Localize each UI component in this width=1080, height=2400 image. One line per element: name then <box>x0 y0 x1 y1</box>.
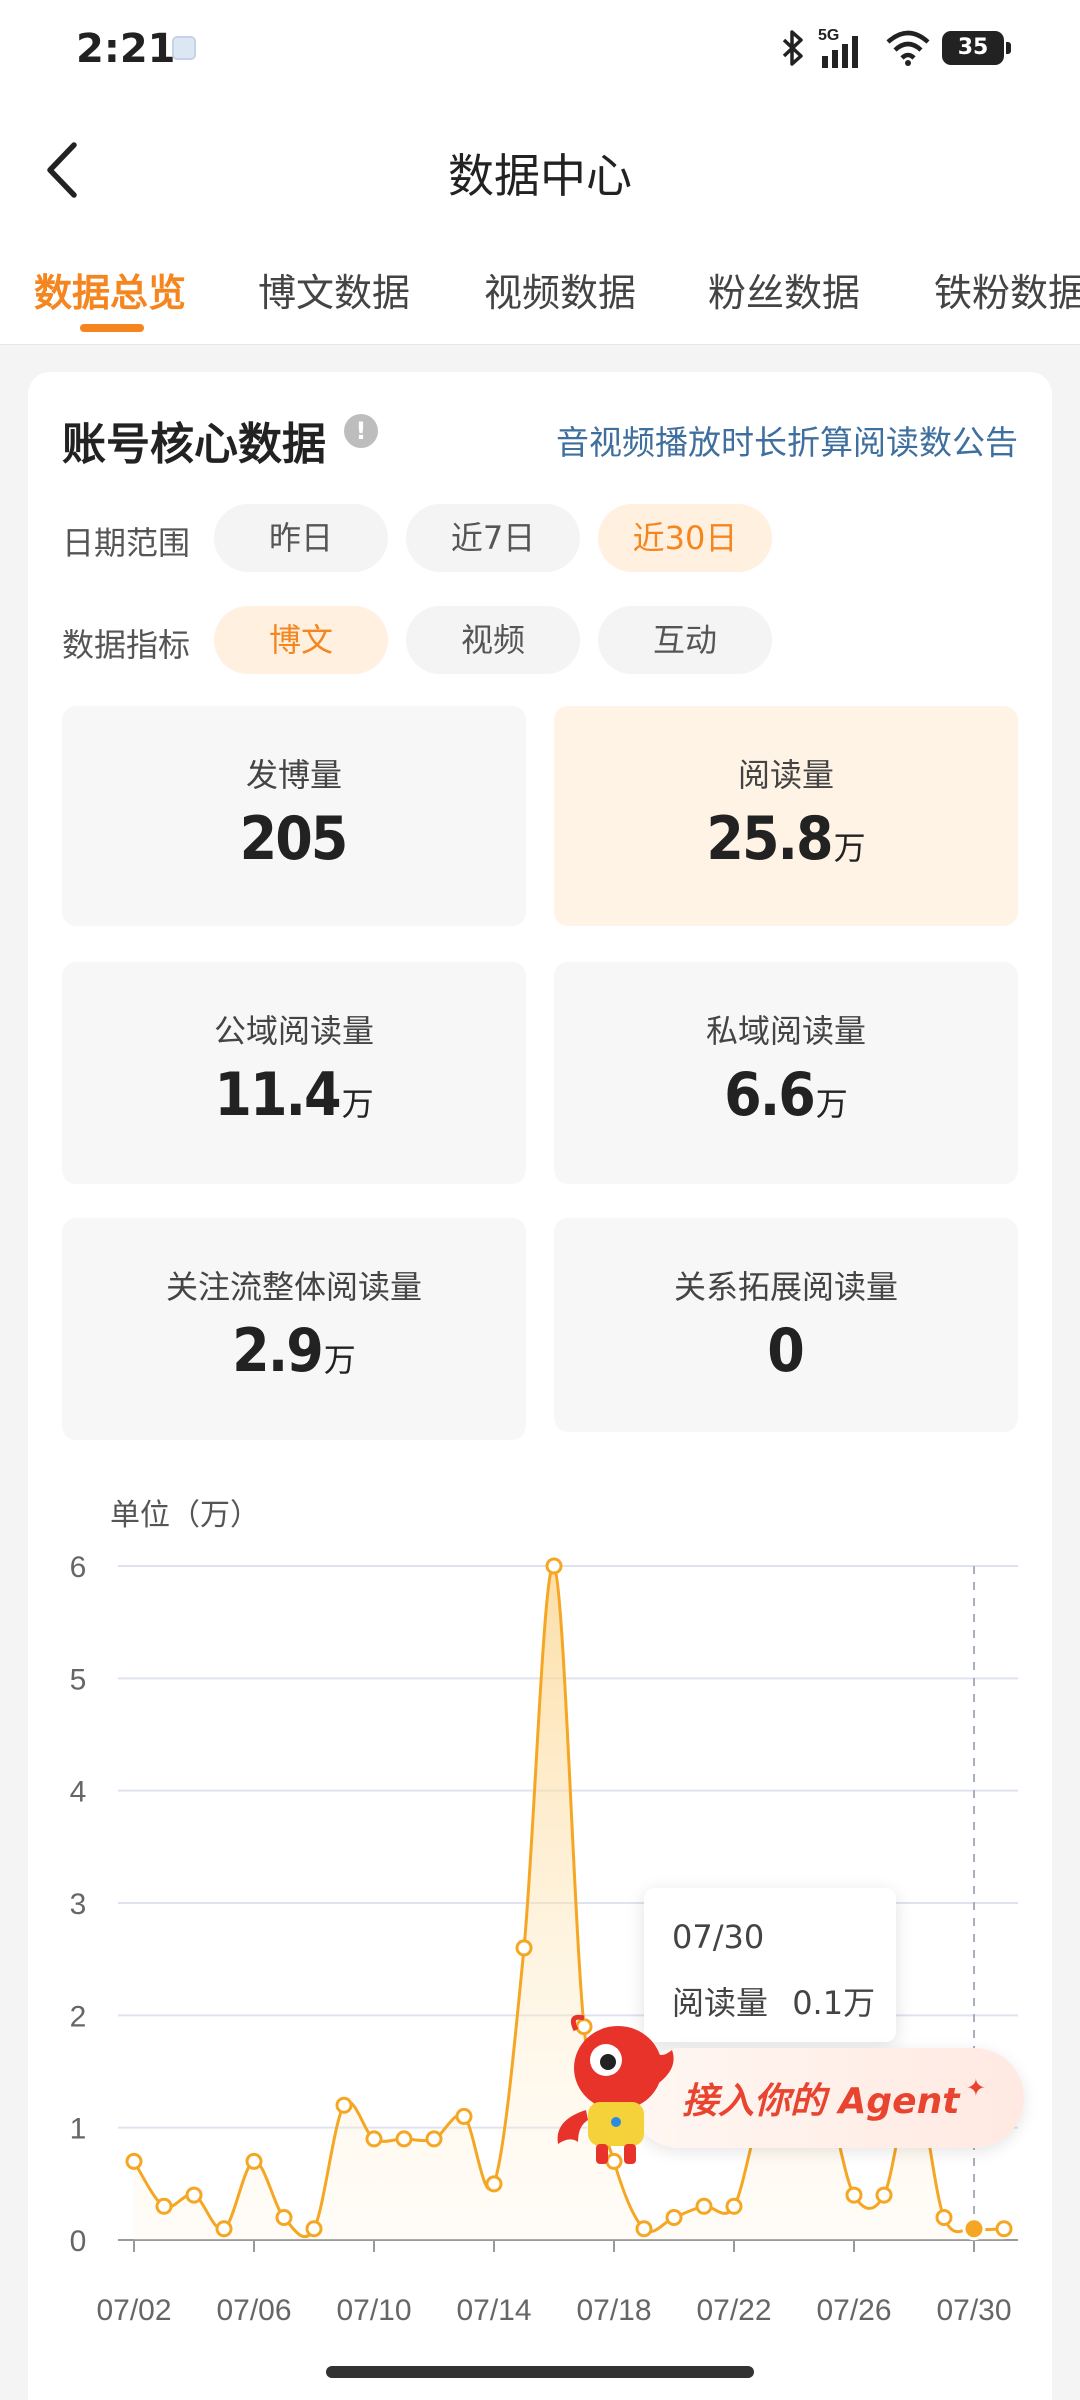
data-point <box>365 2130 383 2148</box>
y-tick-label: 0 <box>70 2225 87 2258</box>
y-tick-label: 4 <box>70 1776 87 1809</box>
data-point <box>425 2130 443 2148</box>
highlighted-data-point <box>962 2217 986 2241</box>
data-point <box>875 2186 893 2204</box>
sparkle-icon: ✦ <box>965 2074 986 2102</box>
data-point <box>155 2197 173 2215</box>
x-tick-label: 07/14 <box>456 2294 531 2327</box>
y-tick-label: 6 <box>70 1551 87 1584</box>
data-point <box>455 2107 473 2125</box>
data-point <box>515 1939 533 1957</box>
home-indicator <box>326 2366 754 2378</box>
data-point <box>545 1557 563 1575</box>
data-point <box>665 2209 683 2227</box>
data-point <box>485 2175 503 2193</box>
mascot-icon[interactable] <box>548 2010 688 2170</box>
y-tick-label: 5 <box>70 1663 87 1696</box>
y-tick-label: 3 <box>70 1888 87 1921</box>
reads-line-chart[interactable]: 0 1 2 3 4 5 6 07/02 07/06 07/10 07/14 07/18 07/22 07/… <box>0 0 1080 2340</box>
x-tick-label: 07/30 <box>936 2294 1011 2327</box>
x-tick-label: 07/10 <box>336 2294 411 2327</box>
y-tick-label: 1 <box>70 2113 87 2146</box>
data-point <box>275 2209 293 2227</box>
y-tick-label: 2 <box>70 2000 87 2033</box>
tooltip-value-row: 阅读量 0.1万 <box>672 1978 875 2024</box>
x-tick-label: 07/02 <box>96 2294 171 2327</box>
x-tick-label: 07/18 <box>576 2294 651 2327</box>
data-point <box>695 2197 713 2215</box>
agent-promo-banner[interactable]: 接入你的 Agent ✦ <box>630 2048 1024 2148</box>
tooltip-value: 0.1万 <box>792 1984 876 2022</box>
data-point <box>335 2096 353 2114</box>
data-point <box>395 2130 413 2148</box>
data-point <box>185 2186 203 2204</box>
data-point <box>935 2209 953 2227</box>
x-tick-label: 07/26 <box>816 2294 891 2327</box>
data-point <box>635 2220 653 2238</box>
tooltip-date: 07/30 <box>672 1918 765 1956</box>
data-point <box>995 2220 1013 2238</box>
x-tick-label: 07/22 <box>696 2294 771 2327</box>
data-point <box>305 2220 323 2238</box>
data-point <box>125 2152 143 2170</box>
x-tick-label: 07/06 <box>216 2294 291 2327</box>
data-point <box>845 2186 863 2204</box>
data-point <box>215 2220 233 2238</box>
data-point <box>725 2197 743 2215</box>
data-point <box>245 2152 263 2170</box>
agent-promo-text: 接入你的 Agent <box>682 2081 960 2122</box>
